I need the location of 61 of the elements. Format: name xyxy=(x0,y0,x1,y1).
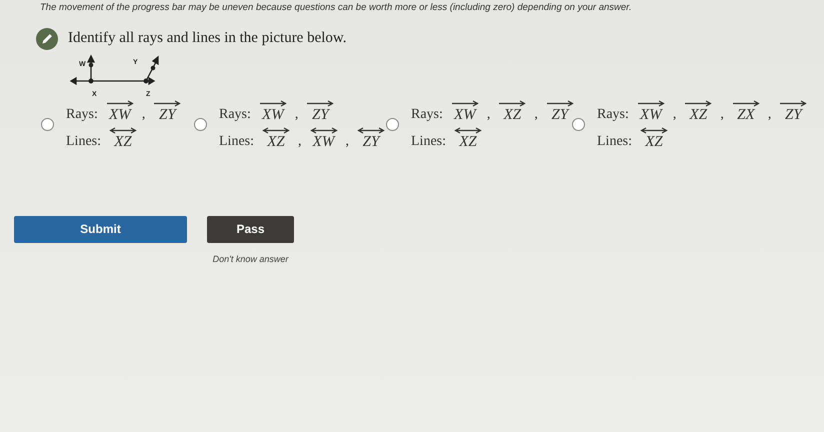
ray-arrow-icon xyxy=(258,100,287,107)
answer-label: Rays: xyxy=(411,106,443,123)
comma: , xyxy=(768,106,772,123)
pass-button[interactable]: Pass xyxy=(207,216,294,243)
comma: , xyxy=(720,106,724,123)
answer-label: Rays: xyxy=(219,106,251,123)
comma: , xyxy=(142,106,146,123)
ray-arrow-icon xyxy=(779,100,808,107)
pass-hint: Don't know answer xyxy=(212,252,288,266)
line-arrow-icon xyxy=(640,126,668,134)
ray-arrow-icon xyxy=(153,100,182,107)
answer-label: Lines: xyxy=(411,134,446,150)
point-names: ZY xyxy=(785,106,802,123)
answer-label: Rays: xyxy=(66,106,98,123)
point-names: XW xyxy=(312,134,334,150)
ray-arrow-icon xyxy=(106,100,134,107)
point-names: ZY xyxy=(362,134,380,150)
point-names: XZ xyxy=(459,134,477,150)
ray-arrow-icon xyxy=(450,100,479,107)
point-names: XW xyxy=(262,106,284,123)
line-arrow-icon xyxy=(310,126,338,134)
point-names: XZ xyxy=(504,106,522,123)
point-names: XZ xyxy=(114,134,132,150)
radio-button[interactable] xyxy=(386,118,399,132)
ray-arrow-icon xyxy=(546,100,574,107)
point-names: XZ xyxy=(690,106,708,123)
point-names: ZY xyxy=(312,106,329,123)
comma: , xyxy=(298,134,302,150)
comma: , xyxy=(486,106,490,123)
line-arrow-icon xyxy=(454,126,482,134)
answer-label: Lines: xyxy=(219,134,254,150)
line-arrow-icon xyxy=(357,126,385,134)
answer-label: Lines: xyxy=(66,134,101,150)
answer-label: Lines: xyxy=(597,134,632,150)
point-names: XW xyxy=(640,106,662,123)
comma: , xyxy=(672,106,676,123)
point-names: XW xyxy=(454,106,476,123)
point-names: ZX xyxy=(737,106,755,123)
submit-button[interactable]: Submit xyxy=(14,216,187,243)
pencil-icon xyxy=(36,28,58,50)
line-arrow-icon xyxy=(109,126,137,134)
point-names: XW xyxy=(109,106,131,123)
radio-button[interactable] xyxy=(194,118,207,132)
progress-notice: The movement of the progress bar may be uneven because questions can be worth more or less (including zero) depending on your answer. xyxy=(39,1,633,15)
ray-arrow-icon xyxy=(498,100,526,107)
ray-arrow-icon xyxy=(732,100,760,107)
ray-arrow-icon xyxy=(684,100,712,107)
radio-button[interactable] xyxy=(572,118,585,132)
ray-arrow-icon xyxy=(636,100,665,107)
comma: , xyxy=(294,106,298,123)
point-names: ZY xyxy=(159,106,176,123)
ray-arrow-icon xyxy=(306,100,334,107)
comma: , xyxy=(534,106,538,123)
comma: , xyxy=(346,134,349,150)
answer-label: Rays: xyxy=(597,106,629,123)
point-names: ZY xyxy=(552,106,568,123)
point-names: XZ xyxy=(267,134,285,150)
line-arrow-icon xyxy=(262,126,290,134)
point-names: XZ xyxy=(645,134,663,150)
question-text: Identify all rays and lines in the picture below. xyxy=(68,29,347,48)
radio-button[interactable] xyxy=(41,118,54,132)
